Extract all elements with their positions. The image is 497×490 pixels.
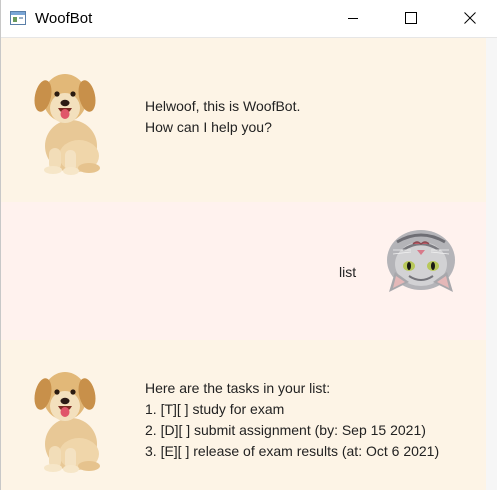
bot-message: Here are the tasks in your list: 1. [T][ … [1, 340, 486, 490]
bot-message-text: Helwoof, this is WoofBot. How can I help … [145, 96, 300, 138]
app-icon [10, 11, 26, 25]
minimize-icon [348, 18, 358, 19]
cat-avatar [387, 230, 455, 292]
minimize-button[interactable] [330, 0, 376, 36]
bot-message-text: Here are the tasks in your list: 1. [T][ … [145, 378, 439, 462]
task-item: 1. [T][ ] study for exam [145, 401, 285, 417]
close-button[interactable] [447, 0, 493, 36]
message-line: list [339, 264, 357, 280]
app-window: WoofBot Helwoof, this is WoofBot. How ca… [0, 0, 497, 490]
puppy-avatar [34, 74, 100, 175]
task-item: 3. [E][ ] release of exam results (at: O… [145, 443, 440, 459]
window-title: WoofBot [35, 10, 93, 27]
bot-message: Helwoof, this is WoofBot. How can I help … [1, 38, 486, 202]
chat-area[interactable]: Helwoof, this is WoofBot. How can I help … [1, 38, 486, 490]
title-bar[interactable]: WoofBot [1, 0, 497, 38]
close-icon [464, 12, 476, 24]
puppy-avatar [34, 372, 100, 473]
scrollbar-track[interactable] [486, 38, 497, 490]
message-line: How can I help you? [145, 119, 272, 135]
message-line: Here are the tasks in your list: [145, 380, 331, 396]
user-message-text: list [339, 262, 356, 283]
message-line: Helwoof, this is WoofBot. [145, 98, 301, 114]
task-item: 2. [D][ ] submit assignment (by: Sep 15 … [145, 422, 426, 438]
maximize-button[interactable] [388, 0, 434, 36]
user-message: list [1, 202, 486, 340]
maximize-icon [405, 12, 417, 24]
